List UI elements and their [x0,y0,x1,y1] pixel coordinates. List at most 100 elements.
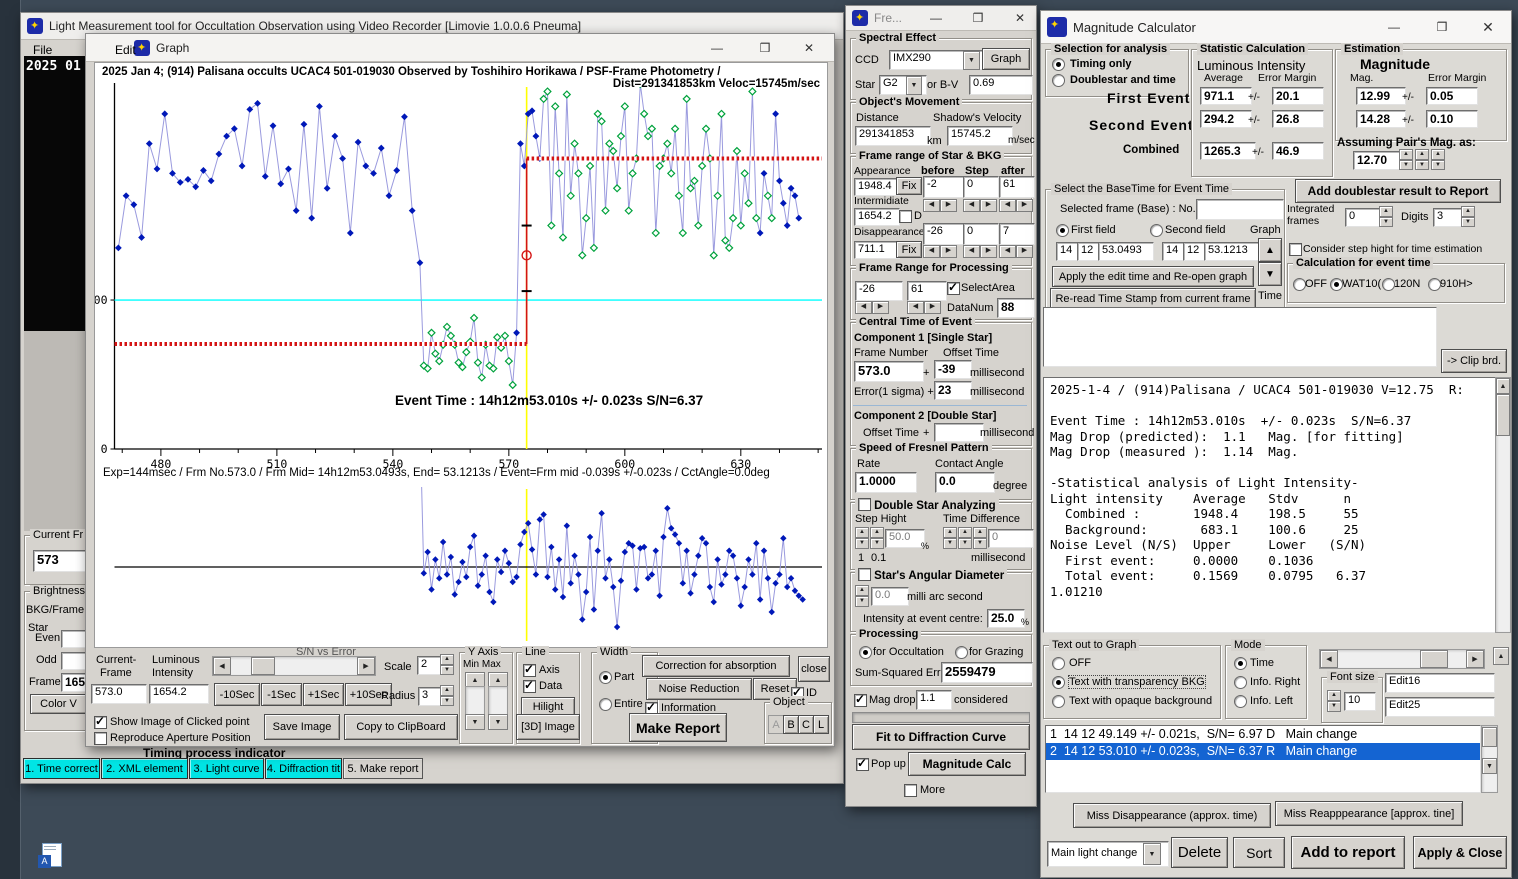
font-hscroll-thumb[interactable] [1420,650,1448,668]
report-scrollbar[interactable]: ▲ [1495,377,1511,633]
show-image-checkbox[interactable] [94,714,107,729]
graph-close-button[interactable]: ✕ [792,34,826,61]
radius-spin-up[interactable]: ▲ [440,685,454,696]
grazing-radio[interactable] [955,646,968,659]
axis-checkbox[interactable] [523,662,536,677]
disappearance-fix-button[interactable]: Fix [896,241,922,258]
selected-frame-field[interactable] [1196,199,1284,220]
sse-field[interactable]: 2559479 [941,662,1033,683]
error-sigma-field[interactable]: 23 [934,381,972,400]
timing-step-2-button[interactable]: 2. XML element [101,758,188,779]
ymin-down-button[interactable]: ▼ [465,714,485,730]
color-v-button[interactable]: Color V [30,694,87,714]
scale-spin-up[interactable]: ▲ [440,654,454,665]
more-checkbox[interactable] [904,784,917,797]
width-part-radio[interactable] [599,671,612,684]
proc-from-field[interactable]: -26 [855,281,903,301]
before-spinner[interactable]: ◀ ▶ [923,199,957,212]
appearance-fix-button[interactable]: Fix [896,177,922,195]
magcalc-minimize-button[interactable]: — [1377,11,1411,43]
after-spin-left[interactable]: ◀ [999,199,1016,212]
save-image-button[interactable]: Save Image [264,714,340,740]
as2-up[interactable]: ▲ [1415,149,1429,160]
velocity-field[interactable]: 15745.2 [947,126,1013,146]
combined-avg-field[interactable]: 1265.3 [1200,142,1256,160]
td2-dn[interactable]: ▼ [958,538,972,549]
timing-step-5-button[interactable]: 5. Make report [343,758,423,779]
time-diff-spin1[interactable]: ▲ ▼ [943,527,957,549]
event-list-scroll-thumb[interactable] [1482,727,1497,747]
apply-edit-time-button[interactable]: Apply the edit time and Re-open graph [1052,266,1254,287]
angular-spinner[interactable]: ▲ ▼ [855,585,869,607]
minus-1sec-button[interactable]: -1Sec [261,683,302,706]
mode-time-radio[interactable] [1234,657,1247,670]
object-a-button[interactable]: A [768,715,784,734]
radius-spinner[interactable]: ▲ ▼ [440,685,454,706]
step-spin-right[interactable]: ▶ [980,199,997,212]
before-field[interactable]: -2 [923,176,965,198]
step2-spin-left[interactable]: ◀ [963,245,980,258]
td1-dn[interactable]: ▼ [943,538,957,549]
selectarea-checkbox[interactable] [947,280,960,295]
add-to-report-button[interactable]: Add to report [1291,836,1405,869]
graph-down-button[interactable]: ▼ [1258,262,1282,286]
disappearance-field[interactable]: 711.1 [854,241,900,259]
font-hscroll-right[interactable]: ▶ [1466,650,1484,668]
sh2-dn[interactable]: ▼ [870,538,884,549]
event-list-item-1[interactable]: 1 14 12 49.149 +/- 0.021s, S/N= 6.97 D M… [1046,726,1480,743]
after2-spin-right[interactable]: ▶ [1016,245,1033,258]
intensity-centre-field[interactable]: 25.0 [987,609,1025,628]
timing-step-1-button[interactable]: 1. Time correct [23,758,100,779]
est-second-err-field[interactable]: 0.10 [1426,110,1478,128]
timing-only-radio[interactable] [1052,58,1065,71]
int-up[interactable]: ▲ [1379,206,1393,217]
report-scroll-thumb[interactable] [1496,394,1510,436]
graph-up-button[interactable]: ▲ [1258,238,1282,262]
menu-file[interactable]: File [33,43,52,57]
textout-transparency-radio[interactable] [1052,676,1065,689]
second-err-field[interactable]: 26.8 [1272,110,1324,128]
proc-from-spinner[interactable]: ◀ ▶ [855,301,889,314]
int-dn[interactable]: ▼ [1379,216,1393,227]
combined-err-field[interactable]: 46.9 [1272,142,1324,160]
before2-field[interactable]: -26 [923,223,965,245]
minus-10sec-button[interactable]: -10Sec [214,683,260,706]
integrated-frames-field[interactable]: 0 [1345,208,1383,227]
datanum-field[interactable]: 88 [997,298,1035,318]
copy-clipboard-button[interactable]: Copy to ClipBoard [344,714,458,740]
width-entire-radio[interactable] [599,698,612,711]
first-err-field[interactable]: 20.1 [1272,87,1324,105]
plus-1sec-button[interactable]: +1Sec [303,683,344,706]
mode-info-right-radio[interactable] [1234,676,1247,689]
angular-checkbox[interactable] [858,568,871,581]
first-avg-field[interactable]: 971.1 [1200,87,1252,105]
font-hscroll-left[interactable]: ◀ [1320,650,1338,668]
ymax-down-button[interactable]: ▼ [488,714,508,730]
fre-maximize-button[interactable]: ❒ [964,6,992,30]
td1-up[interactable]: ▲ [943,527,957,538]
miss-reappearance-button[interactable]: Miss Reapppearance [approx. tine] [1275,801,1463,826]
mag-drop-field[interactable]: 1.1 [916,690,952,710]
appearance-field[interactable]: 1948.4 [854,178,900,196]
proc-to-right[interactable]: ▶ [924,301,941,314]
report-text-area[interactable]: 2025-1-4 / (914)Palisana / UCAC4 501-019… [1043,377,1497,633]
magcalc-close-button[interactable]: ✕ [1471,11,1505,43]
font-size-spinner[interactable]: ▲ ▼ [1327,690,1341,712]
proc-to-left[interactable]: ◀ [907,301,924,314]
doublestar-time-radio[interactable] [1052,74,1065,87]
rate-field[interactable]: 1.0000 [855,472,917,493]
before-spin-left[interactable]: ◀ [923,199,940,212]
fre-minimize-button[interactable]: — [922,6,950,30]
digits-spinner[interactable]: ▲ ▼ [1461,206,1475,227]
before2-spin-right[interactable]: ▶ [940,245,957,258]
assuming-spin3[interactable]: ▲ ▼ [1431,149,1445,170]
angular-field[interactable]: 0.0 [871,587,909,606]
radius-spin-down[interactable]: ▼ [440,695,454,706]
contact-angle-field[interactable]: 0.0 [935,472,995,493]
add-doublestar-button[interactable]: Add doublestar result to Report [1295,179,1501,203]
assuming-spin2[interactable]: ▲ ▼ [1415,149,1429,170]
object-b-button[interactable]: B [783,715,799,734]
object-l-button[interactable]: L [813,715,829,734]
step-hight-spin1[interactable]: ▲ ▼ [855,527,869,549]
sh1-dn[interactable]: ▼ [855,538,869,549]
